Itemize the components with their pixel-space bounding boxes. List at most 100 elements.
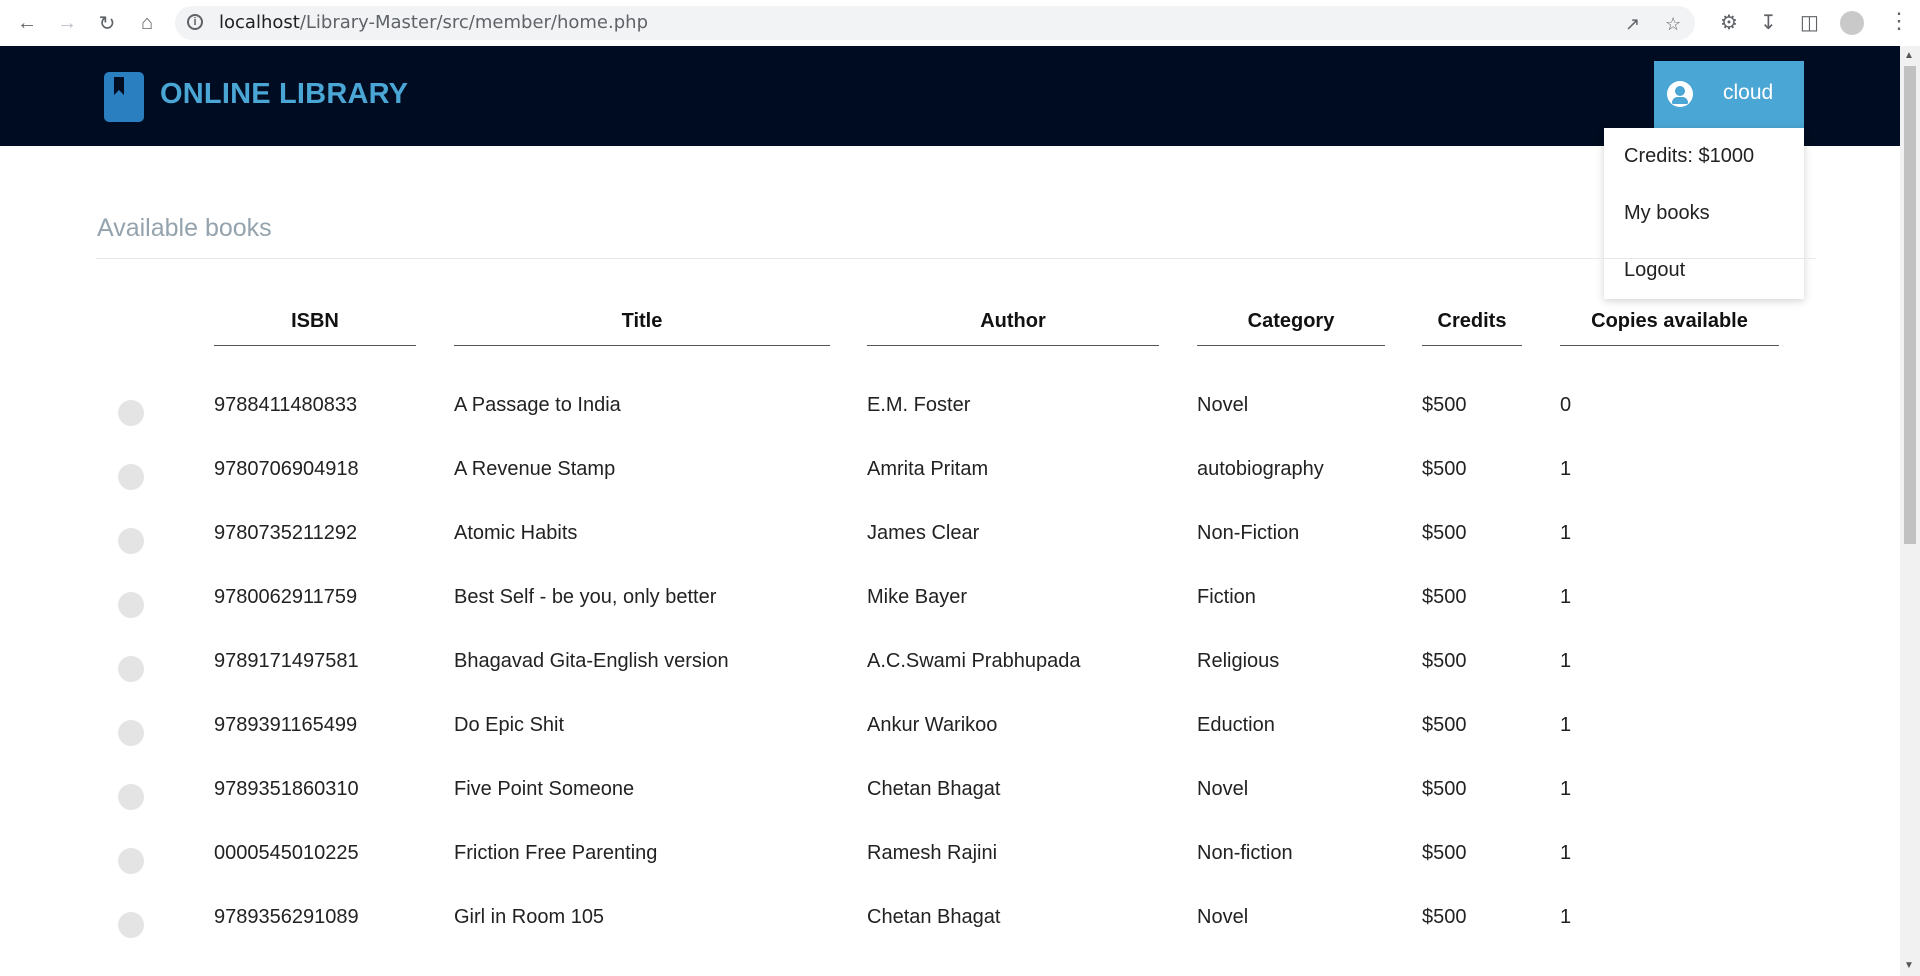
brand-title[interactable]: ONLINE LIBRARY	[160, 78, 408, 111]
cell-credits: $500	[1422, 394, 1467, 416]
cell-credits: $500	[1422, 842, 1467, 864]
cell-category: Novel	[1197, 906, 1249, 928]
user-menu-button[interactable]: cloud	[1654, 61, 1804, 128]
book-select-radio[interactable]	[118, 592, 144, 618]
cell-copies: 1	[1560, 714, 1572, 736]
cell-author: Ankur Warikoo	[867, 714, 998, 736]
cell-copies: 1	[1560, 842, 1572, 864]
column-header: Author	[980, 310, 1046, 332]
cell-category: Religious	[1197, 650, 1280, 672]
menu-icon[interactable]: ⋮	[1888, 8, 1910, 34]
column-header-underline	[1560, 345, 1779, 346]
download-icon[interactable]: ↧	[1760, 10, 1777, 35]
column-header: ISBN	[291, 310, 339, 332]
cell-isbn: 9780062911759	[214, 586, 358, 608]
cell-title: Five Point Someone	[454, 778, 635, 800]
book-select-radio[interactable]	[118, 848, 144, 874]
info-icon[interactable]: i	[187, 14, 203, 30]
title-divider	[96, 258, 1816, 259]
book-select-radio[interactable]	[118, 720, 144, 746]
cell-isbn: 9789351860310	[214, 778, 359, 800]
credits-item[interactable]: Credits: $1000	[1624, 145, 1754, 168]
share-icon[interactable]: ↗	[1625, 14, 1640, 35]
profile-icon[interactable]	[1840, 11, 1864, 35]
cell-credits: $500	[1422, 906, 1467, 928]
column-header-underline	[454, 345, 830, 346]
cell-isbn: 9789391165499	[214, 714, 358, 736]
user-dropdown-menu: Credits: $1000 My books Logout	[1604, 128, 1804, 299]
my-books-item[interactable]: My books	[1624, 202, 1710, 225]
cell-title: Bhagavad Gita-English version	[454, 650, 729, 672]
cell-author: Mike Bayer	[867, 586, 968, 608]
cell-credits: $500	[1422, 586, 1467, 608]
cell-category: Novel	[1197, 394, 1249, 416]
cell-credits: $500	[1422, 522, 1467, 544]
star-icon[interactable]: ☆	[1665, 14, 1681, 35]
column-header-underline	[1422, 345, 1522, 346]
cell-category: Novel	[1197, 778, 1249, 800]
cell-credits: $500	[1422, 650, 1467, 672]
cell-copies: 1	[1560, 906, 1572, 928]
url-text[interactable]: localhost/Library-Master/src/member/home…	[219, 6, 648, 40]
cell-credits: $500	[1422, 714, 1467, 736]
cell-category: Fiction	[1197, 586, 1256, 608]
column-header: Title	[621, 310, 663, 332]
cell-author: Chetan Bhagat	[867, 906, 1001, 928]
scrollbar-thumb[interactable]	[1904, 66, 1916, 544]
page-title: Available books	[97, 214, 272, 242]
username-label: cloud	[1723, 81, 1774, 104]
cell-author: A.C.Swami Prabhupada	[867, 650, 1081, 672]
book-logo-icon[interactable]	[104, 72, 144, 122]
cell-author: James Clear	[867, 522, 980, 544]
cell-title: Friction Free Parenting	[454, 842, 658, 864]
column-header: Copies available	[1591, 310, 1748, 332]
forward-icon[interactable]: →	[53, 9, 81, 37]
cell-isbn: 9788411480833	[214, 394, 358, 416]
address-bar[interactable]: i localhost/Library-Master/src/member/ho…	[175, 6, 1695, 40]
user-avatar-icon	[1667, 81, 1693, 107]
extensions-icon[interactable]: ⚙	[1720, 10, 1738, 35]
reload-icon[interactable]: ↻	[93, 9, 121, 37]
cell-author: Ramesh Rajini	[867, 842, 998, 864]
cell-copies: 1	[1560, 522, 1572, 544]
cell-credits: $500	[1422, 458, 1467, 480]
book-select-radio[interactable]	[118, 784, 144, 810]
cell-isbn: 9789171497581	[214, 650, 359, 672]
cell-title: Girl in Room 105	[454, 906, 605, 928]
cell-credits: $500	[1422, 778, 1467, 800]
cell-category: Non-fiction	[1197, 842, 1293, 864]
sidepanel-icon[interactable]: ◫	[1800, 10, 1819, 35]
column-header-underline	[1197, 345, 1385, 346]
cell-title: Do Epic Shit	[454, 714, 565, 736]
cell-title: Best Self - be you, only better	[454, 586, 717, 608]
cell-copies: 1	[1560, 650, 1572, 672]
cell-copies: 1	[1560, 778, 1572, 800]
cell-category: autobiography	[1197, 458, 1324, 480]
cell-category: Eduction	[1197, 714, 1275, 736]
back-icon[interactable]: ←	[13, 9, 41, 37]
column-header: Category	[1247, 310, 1335, 332]
cell-author: Chetan Bhagat	[867, 778, 1001, 800]
book-select-radio[interactable]	[118, 464, 144, 490]
column-header: Credits	[1437, 310, 1507, 332]
cell-category: Non-Fiction	[1197, 522, 1300, 544]
cell-author: Amrita Pritam	[867, 458, 989, 480]
book-select-radio[interactable]	[118, 528, 144, 554]
scroll-down-icon[interactable]: ▼	[1904, 960, 1914, 971]
book-select-radio[interactable]	[118, 656, 144, 682]
cell-isbn: 9780706904918	[214, 458, 359, 480]
cell-isbn: 0000545010225	[214, 842, 359, 864]
cell-title: A Revenue Stamp	[454, 458, 616, 480]
home-icon[interactable]: ⌂	[133, 9, 161, 37]
cell-copies: 1	[1560, 458, 1572, 480]
cell-isbn: 9789356291089	[214, 906, 359, 928]
book-select-radio[interactable]	[118, 912, 144, 938]
column-header-underline	[867, 345, 1159, 346]
column-header-underline	[214, 345, 416, 346]
logout-item[interactable]: Logout	[1624, 259, 1685, 282]
cell-copies: 0	[1560, 394, 1572, 416]
book-select-radio[interactable]	[118, 400, 144, 426]
cell-copies: 1	[1560, 586, 1572, 608]
scroll-up-icon[interactable]: ▲	[1904, 50, 1914, 61]
browser-toolbar: ← → ↻ ⌂ i localhost/Library-Master/src/m…	[0, 0, 1920, 47]
